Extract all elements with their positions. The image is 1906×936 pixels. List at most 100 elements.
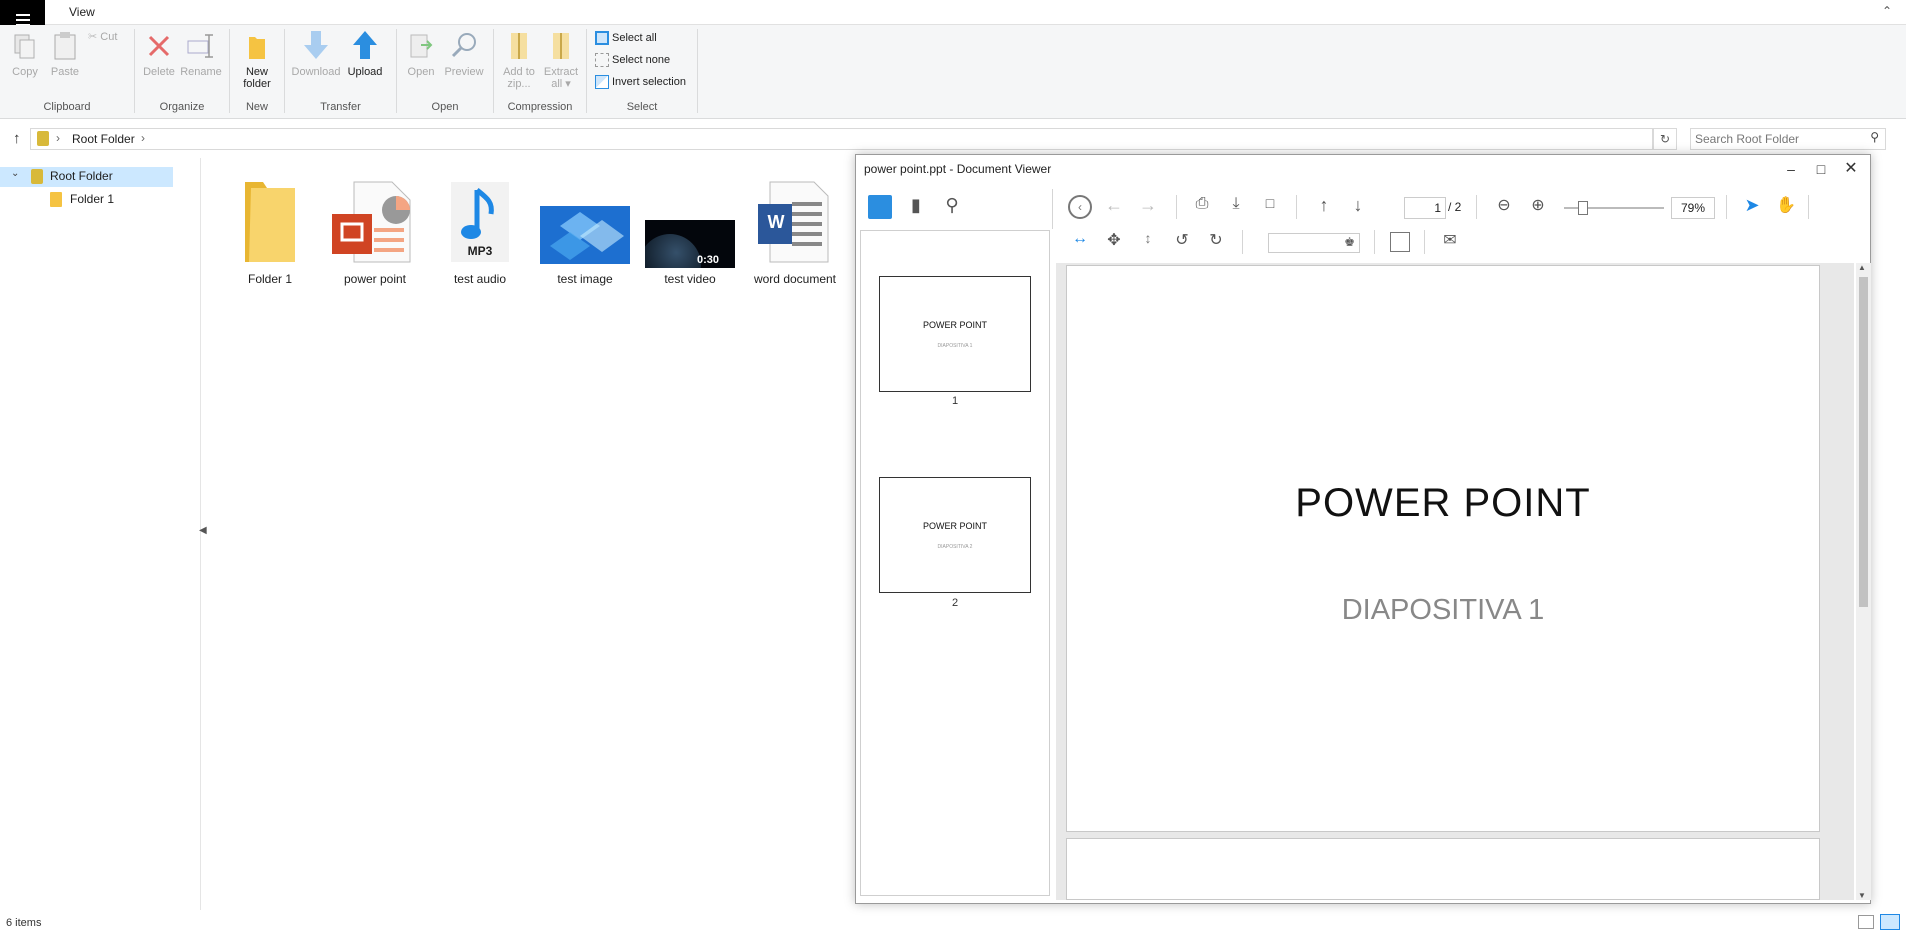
rename-button[interactable]: Rename xyxy=(179,29,223,78)
scroll-up-icon[interactable]: ▲ xyxy=(1858,263,1866,272)
scissors-icon: ✂ xyxy=(88,31,98,43)
group-clipboard: Copy Paste ✂ Cut Clipboard xyxy=(0,25,134,117)
find-text-input[interactable]: ♚ xyxy=(1268,233,1360,253)
group-organize: Delete Rename Organize xyxy=(135,25,229,117)
rename-icon xyxy=(187,34,213,58)
refresh-icon[interactable]: ↻ xyxy=(1653,128,1677,150)
status-item-count: 6 items xyxy=(6,917,42,929)
document-canvas[interactable]: POWER POINT DIAPOSITIVA 1 xyxy=(1056,263,1854,900)
search-icon[interactable]: ⚲ xyxy=(940,195,964,219)
document-viewer-window: power point.ppt - Document Viewer – □ ✕ … xyxy=(855,154,1871,904)
video-duration: 0:30 xyxy=(697,254,720,266)
breadcrumb-chevron-icon: › xyxy=(56,131,60,145)
group-transfer: Download Upload Transfer xyxy=(285,25,396,117)
tab-view[interactable]: View xyxy=(69,5,95,19)
root-folder-icon xyxy=(31,169,43,184)
search-icon[interactable]: ⚲ xyxy=(1870,130,1879,144)
print-icon[interactable]: ⎙ xyxy=(1190,195,1214,219)
thumbnails-pane: POWER POINT DIAPOSITIVA 1 1 POWER POINT … xyxy=(860,230,1050,896)
download-button[interactable]: Download xyxy=(291,29,341,78)
previous-view-icon[interactable]: ← xyxy=(1102,195,1126,219)
up-arrow-icon[interactable]: ↑ xyxy=(13,130,21,147)
zoom-out-icon[interactable]: ⊖ xyxy=(1492,195,1516,219)
copy-icon xyxy=(14,34,35,59)
preview-button[interactable]: Preview xyxy=(441,29,487,78)
select-all-button[interactable]: Select all xyxy=(595,29,657,47)
group-compression: Add to zip... Extract all ▾ Compression xyxy=(494,25,586,117)
minimize-icon[interactable]: – xyxy=(1777,157,1805,181)
zoom-slider[interactable] xyxy=(1564,201,1664,215)
pdf-export-icon[interactable]: □ xyxy=(1258,195,1282,219)
search-input[interactable]: Search Root Folder ⚲ xyxy=(1690,128,1886,150)
extract-icon xyxy=(553,33,569,59)
ribbon: Copy Paste ✂ Cut Clipboard Delete Rename… xyxy=(0,25,1906,119)
thumbnail-page-2[interactable]: POWER POINT DIAPOSITIVA 2 xyxy=(879,477,1031,593)
pan-hand-icon[interactable]: ✋ xyxy=(1774,195,1798,219)
bookmark-icon[interactable]: ▮ xyxy=(904,195,928,219)
group-new: New folder New xyxy=(230,25,284,117)
zip-icon xyxy=(511,33,527,59)
rotate-right-icon[interactable]: ↻ xyxy=(1204,230,1228,254)
select-none-button[interactable]: Select none xyxy=(595,51,670,69)
extract-all-button[interactable]: Extract all ▾ xyxy=(540,29,582,90)
tree-expand-icon[interactable]: ⌄ xyxy=(11,168,19,179)
ribbon-tabstrip xyxy=(45,0,1906,25)
binoculars-icon[interactable]: ♚ xyxy=(1344,235,1355,249)
page-2 xyxy=(1066,838,1820,900)
collapse-pane-icon[interactable]: ◀ xyxy=(199,525,207,536)
mp3-badge: MP3 xyxy=(467,244,493,258)
next-view-icon[interactable]: → xyxy=(1136,195,1160,219)
details-view-icon[interactable] xyxy=(1858,915,1874,929)
scroll-down-icon[interactable]: ▼ xyxy=(1858,891,1866,900)
fit-width-icon[interactable]: ↔ xyxy=(1068,230,1092,254)
copy-button[interactable]: Copy xyxy=(8,29,42,78)
thumbnail-number: 1 xyxy=(951,395,959,407)
go-back-icon[interactable]: ‹ xyxy=(1068,195,1092,219)
next-page-icon[interactable]: ↓ xyxy=(1346,195,1370,219)
open-icon xyxy=(410,34,433,58)
page-number-input[interactable]: 1 xyxy=(1404,197,1446,219)
select-pointer-icon[interactable]: ➤ xyxy=(1740,195,1764,219)
folder-icon xyxy=(50,192,62,207)
fit-page-icon[interactable]: ✥ xyxy=(1102,230,1126,254)
new-folder-button[interactable]: New folder xyxy=(237,29,277,90)
zoom-input[interactable]: 79% xyxy=(1671,197,1715,219)
breadcrumb-root-folder[interactable]: Root Folder xyxy=(72,132,135,146)
large-icons-view-icon[interactable] xyxy=(1880,914,1900,930)
folder-icon xyxy=(245,182,295,262)
vertical-scrollbar[interactable]: ▲ ▼ xyxy=(1856,263,1871,900)
paste-icon xyxy=(54,32,76,60)
zoom-in-icon[interactable]: ⊕ xyxy=(1526,195,1550,219)
zoom-slider-handle[interactable] xyxy=(1578,201,1588,215)
scrollbar-thumb[interactable] xyxy=(1859,277,1868,607)
collapse-ribbon-icon[interactable]: ⌃ xyxy=(1882,4,1892,18)
comments-icon[interactable]: ✉ xyxy=(1438,230,1462,254)
cut-button[interactable]: ✂ Cut xyxy=(88,31,128,43)
tree-item-folder-1[interactable]: Folder 1 xyxy=(70,192,114,206)
magnifier-icon xyxy=(451,33,476,58)
paste-button[interactable]: Paste xyxy=(48,29,82,78)
breadcrumb-chevron-icon: › xyxy=(141,131,145,145)
maximize-icon[interactable]: □ xyxy=(1807,157,1835,181)
select-all-icon xyxy=(595,31,609,46)
close-icon[interactable]: ✕ xyxy=(1837,157,1865,181)
rotate-left-icon[interactable]: ↺ xyxy=(1170,230,1194,254)
thumbnail-page-1[interactable]: POWER POINT DIAPOSITIVA 1 xyxy=(879,276,1031,392)
group-open: Open Preview Open xyxy=(397,25,493,117)
download-icon[interactable]: ⤓ xyxy=(1224,195,1248,219)
fullscreen-icon[interactable] xyxy=(1390,232,1410,252)
fit-height-icon[interactable]: ↕ xyxy=(1136,230,1160,254)
select-none-icon xyxy=(595,53,609,68)
thumbnail-number: 2 xyxy=(951,597,959,609)
open-button[interactable]: Open xyxy=(403,29,439,78)
download-arrow-icon xyxy=(304,31,328,59)
thumbnails-tab-icon[interactable] xyxy=(868,195,892,219)
invert-selection-button[interactable]: Invert selection xyxy=(595,73,686,91)
add-to-zip-button[interactable]: Add to zip... xyxy=(498,29,540,90)
new-folder-icon xyxy=(249,37,265,59)
address-bar[interactable]: › Root Folder › xyxy=(30,128,1653,150)
previous-page-icon[interactable]: ↑ xyxy=(1312,195,1336,219)
upload-button[interactable]: Upload xyxy=(343,29,387,78)
slide-title: POWER POINT xyxy=(1295,481,1591,525)
delete-button[interactable]: Delete xyxy=(139,29,179,78)
